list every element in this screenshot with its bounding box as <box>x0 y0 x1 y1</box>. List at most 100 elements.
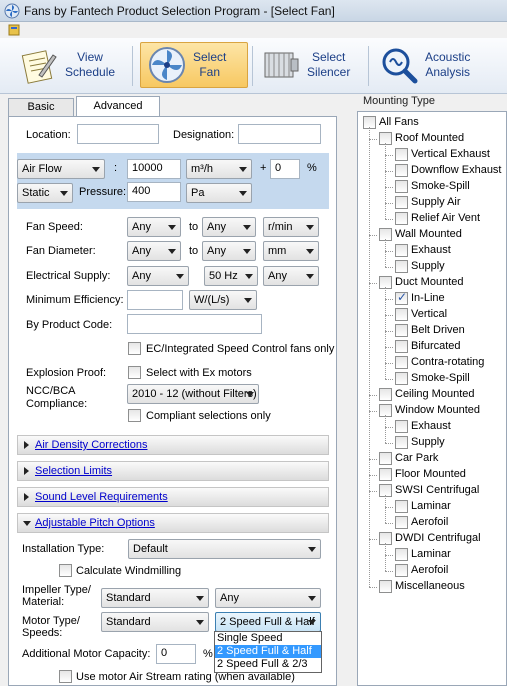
tree-checkbox[interactable] <box>395 260 408 273</box>
chevron-down-icon <box>243 249 251 254</box>
motor-speed-option-selected[interactable]: 2 Speed Full & Half <box>215 645 321 658</box>
electrical-hz-select[interactable]: 50 Hz <box>204 266 258 286</box>
tree-checkbox[interactable] <box>395 436 408 449</box>
section-air-density[interactable]: Air Density Corrections <box>17 435 329 455</box>
pressure-type-select[interactable]: Static <box>17 183 73 203</box>
motor-speed-option[interactable]: 2 Speed Full & 2/3 <box>215 658 321 671</box>
tree-checkbox[interactable] <box>379 452 392 465</box>
fan-speed-to-select[interactable]: Any <box>202 217 256 237</box>
ncc-bca-select[interactable]: 2010 - 12 (without Filters) <box>127 384 259 404</box>
window-menu-icon[interactable] <box>8 24 20 36</box>
section-adjustable-pitch[interactable]: Adjustable Pitch Options <box>17 513 329 533</box>
fan-diameter-to-select[interactable]: Any <box>202 241 256 261</box>
sound-level-link[interactable]: Sound Level Requirements <box>35 491 168 503</box>
tree-checkbox[interactable] <box>395 356 408 369</box>
tree-connector <box>385 219 393 220</box>
motor-speeds-dropdown-list: Single Speed 2 Speed Full & Half 2 Speed… <box>214 631 322 673</box>
tree-node-label: SWSI Centrifugal <box>395 484 480 496</box>
select-silencer-button[interactable]: Select Silencer <box>254 42 358 88</box>
tree-checkbox[interactable] <box>395 516 408 529</box>
electrical-supply-value: Any <box>132 270 151 282</box>
product-code-input[interactable] <box>127 314 262 334</box>
expand-icon <box>24 441 29 449</box>
tree-checkbox[interactable] <box>395 324 408 337</box>
tree-node-label: Miscellaneous <box>395 580 465 592</box>
electrical-supply-select[interactable]: Any <box>127 266 189 286</box>
airflow-input[interactable]: 10000 <box>127 159 181 179</box>
tree-checkbox[interactable] <box>395 548 408 561</box>
electrical-phase-select[interactable]: Any <box>263 266 319 286</box>
fan-diameter-to-label: to <box>189 245 199 257</box>
section-selection-limits[interactable]: Selection Limits <box>17 461 329 481</box>
fan-diameter-from-select[interactable]: Any <box>127 241 181 261</box>
expand-icon <box>24 493 29 501</box>
windmilling-checkbox[interactable] <box>59 564 72 577</box>
tree-node-label: All Fans <box>379 116 419 128</box>
tree-node-label: Relief Air Vent <box>411 212 481 224</box>
tolerance-input[interactable]: 0 <box>270 159 300 179</box>
tree-checkbox[interactable] <box>395 148 408 161</box>
tree-checkbox[interactable] <box>379 388 392 401</box>
min-efficiency-unit-select[interactable]: W/(L/s) <box>189 290 257 310</box>
title-bar: Fans by Fantech Product Selection Progra… <box>0 0 507 22</box>
tree-checkbox[interactable] <box>395 372 408 385</box>
tree-checkbox[interactable] <box>395 564 408 577</box>
pressure-unit-select[interactable]: Pa <box>186 183 252 203</box>
window-title: Fans by Fantech Product Selection Progra… <box>24 4 335 18</box>
section-sound-level[interactable]: Sound Level Requirements <box>17 487 329 507</box>
tree-node-label: Bifurcated <box>411 340 461 352</box>
tree-checkbox[interactable] <box>395 212 408 225</box>
tree-checkbox[interactable] <box>379 580 392 593</box>
tree-connector <box>385 363 393 364</box>
ec-checkbox[interactable] <box>128 342 141 355</box>
tab-advanced[interactable]: Advanced <box>76 96 160 117</box>
fan-speed-from-select[interactable]: Any <box>127 217 181 237</box>
ex-motors-checkbox[interactable] <box>128 366 141 379</box>
location-input[interactable] <box>77 124 159 144</box>
tree-node-label: Floor Mounted <box>395 468 466 480</box>
fan-diameter-unit-select[interactable]: mm <box>263 241 319 261</box>
airflow-unit-select[interactable]: m³/h <box>186 159 252 179</box>
airflow-type-value: Air Flow <box>22 163 62 175</box>
compliant-checkbox[interactable] <box>128 409 141 422</box>
product-code-label: By Product Code: <box>26 319 113 331</box>
tab-basic[interactable]: Basic <box>8 98 74 116</box>
tree-checkbox[interactable] <box>395 164 408 177</box>
motor-speeds-select[interactable]: 2 Speed Full & Half <box>215 612 321 632</box>
impeller-material-select[interactable]: Any <box>215 588 321 608</box>
tree-checkbox[interactable] <box>395 500 408 513</box>
air-density-link[interactable]: Air Density Corrections <box>35 439 147 451</box>
fan-speed-to-value: Any <box>207 221 226 233</box>
motor-type-select[interactable]: Standard <box>101 612 209 632</box>
tree-connector <box>369 459 377 460</box>
impeller-label: Impeller Type/ Material: <box>22 584 91 608</box>
select-fan-button[interactable]: Select Fan <box>140 42 248 88</box>
pressure-input[interactable]: 400 <box>127 182 181 202</box>
designation-input[interactable] <box>238 124 321 144</box>
tolerance-plus: + <box>260 162 267 174</box>
fan-speed-unit-select[interactable]: r/min <box>263 217 319 237</box>
installation-type-select[interactable]: Default <box>128 539 321 559</box>
tree-checkbox[interactable] <box>395 244 408 257</box>
tree-connector <box>369 539 377 540</box>
view-schedule-label: View Schedule <box>65 50 116 79</box>
tree-checkbox[interactable] <box>395 420 408 433</box>
motor-speed-option[interactable]: Single Speed <box>215 632 321 645</box>
min-efficiency-input[interactable] <box>127 290 183 310</box>
tree-checkbox[interactable] <box>395 196 408 209</box>
mounting-type-tree: All Fans Roof Mounted Vertical Exhaust Down… <box>357 111 507 686</box>
impeller-type-select[interactable]: Standard <box>101 588 209 608</box>
tree-checkbox-checked[interactable] <box>395 290 408 305</box>
chevron-down-icon <box>308 596 316 601</box>
airflow-type-select[interactable]: Air Flow <box>17 159 105 179</box>
adjustable-pitch-link[interactable]: Adjustable Pitch Options <box>35 517 155 529</box>
tree-checkbox[interactable] <box>395 180 408 193</box>
acoustic-analysis-button[interactable]: Acoustic Analysis <box>372 42 484 88</box>
tree-checkbox[interactable] <box>379 468 392 481</box>
tree-checkbox[interactable] <box>395 340 408 353</box>
selection-limits-link[interactable]: Selection Limits <box>35 465 112 477</box>
airstream-checkbox[interactable] <box>59 670 72 683</box>
additional-capacity-input[interactable]: 0 <box>156 644 196 664</box>
tree-checkbox[interactable] <box>395 308 408 321</box>
view-schedule-button[interactable]: View Schedule <box>12 42 126 88</box>
